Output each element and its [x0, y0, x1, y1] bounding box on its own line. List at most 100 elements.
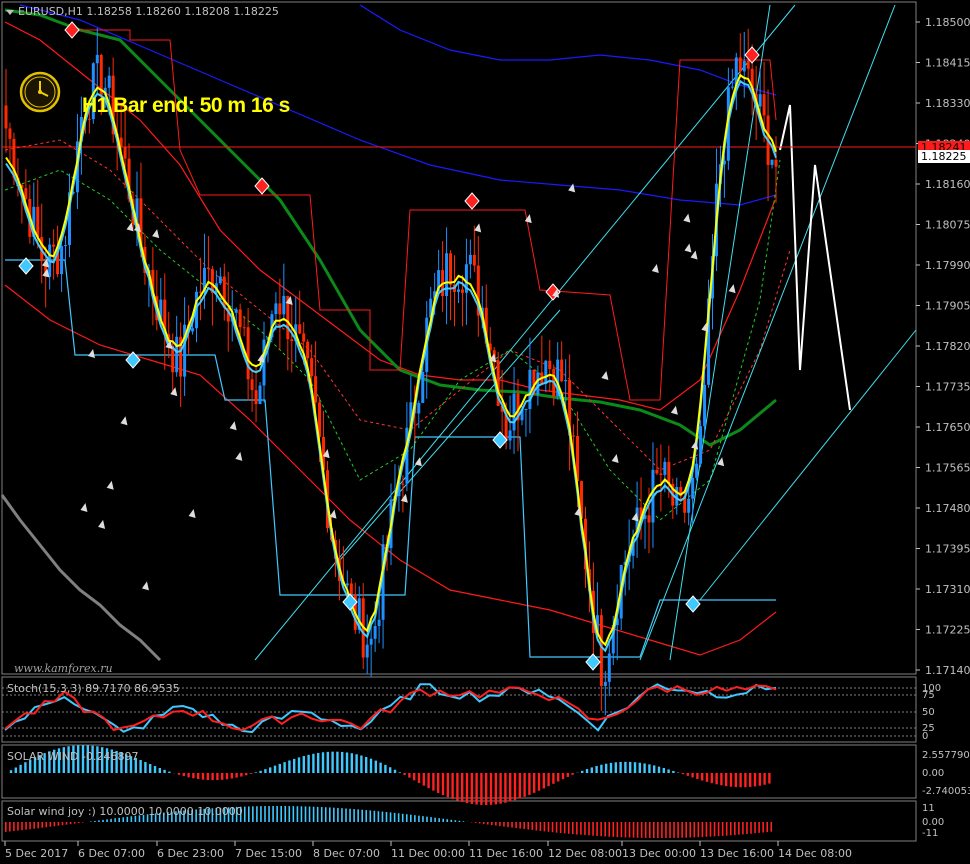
solar-wind-bar: [768, 773, 771, 784]
trading-chart[interactable]: 1.185001.184151.183301.182401.181601.180…: [0, 0, 970, 864]
candle-body: [310, 358, 314, 377]
candle-body: [302, 333, 306, 342]
solar-joy-bar: [653, 822, 655, 838]
solar-joy-bar: [555, 822, 558, 833]
candle-body: [472, 254, 476, 266]
time-tick-label: 13 Dec 16:00: [700, 847, 774, 860]
solar-joy-bar: [345, 808, 347, 822]
candle-body: [377, 619, 381, 626]
solar-joy-bar: [503, 822, 505, 827]
solar-joy-bar: [539, 822, 542, 831]
candle-body: [246, 327, 250, 380]
solar-wind-panel-frame: [1, 744, 917, 799]
solar-joy-bar: [628, 822, 631, 838]
solar-wind-bar: [408, 773, 411, 778]
solar-wind-bar: [566, 773, 569, 777]
solar-wind-bar: [437, 773, 440, 793]
solar-wind-bar: [609, 762, 613, 773]
solar-wind-bar: [221, 773, 224, 780]
solar-wind-bar: [230, 773, 233, 779]
solar-wind-bar: [139, 760, 142, 773]
solar-wind-bar: [365, 757, 368, 773]
solar-wind-bar: [355, 754, 358, 773]
solar-joy-bar: [320, 807, 323, 822]
candle-body: [306, 341, 310, 359]
solar-wind-bar: [158, 767, 161, 773]
solar-joy-bar: [495, 822, 497, 826]
solar-wind-tick-label: 2.557790: [922, 750, 970, 761]
candle-body: [691, 477, 695, 499]
candle-body: [508, 430, 512, 441]
solar-joy-bar: [673, 822, 675, 838]
solar-wind-bar: [739, 773, 742, 788]
solar-wind-bar: [667, 769, 670, 773]
time-tick-label: 8 Dec 07:00: [313, 847, 380, 860]
solar-joy-bar: [657, 822, 659, 838]
price-tick-label: 1.18415: [925, 57, 970, 70]
solar-wind-label: SOLAR WIND -0.246897: [7, 750, 138, 763]
solar-joy-bar: [462, 821, 465, 822]
price-tick-label: 1.17735: [925, 381, 970, 394]
solar-joy-bar: [292, 806, 295, 822]
solar-joy-bar: [312, 806, 315, 822]
solar-joy-bar: [547, 822, 550, 832]
solar-joy-bar: [559, 822, 562, 834]
solar-joy-bar: [717, 822, 720, 837]
solar-wind-bar: [456, 773, 459, 801]
solar-wind-bar: [341, 751, 344, 773]
candle-body: [770, 159, 774, 165]
solar-joy-bar: [77, 822, 80, 824]
solar-joy-bar: [511, 822, 513, 828]
solar-joy-bar: [256, 806, 258, 822]
solar-joy-bar: [243, 806, 246, 822]
candle-body: [659, 473, 663, 475]
solar-joy-bar: [49, 822, 52, 827]
solar-wind-bar: [225, 773, 229, 780]
candle-body: [647, 515, 651, 523]
solar-joy-bar: [612, 822, 615, 837]
clock-icon: [19, 71, 61, 113]
candle-body: [730, 86, 734, 88]
solar-joy-label: Solar wind joy :) 10.0000 10.0000 10.000…: [7, 805, 243, 818]
solar-joy-bar: [474, 822, 477, 823]
solar-joy-bar: [697, 822, 700, 838]
solar-joy-bar: [9, 822, 11, 832]
solar-joy-bar: [770, 822, 773, 832]
solar-joy-bar: [608, 822, 611, 837]
solar-wind-bar: [470, 773, 473, 804]
solar-wind-bar: [182, 773, 185, 777]
solar-joy-tick-label: 11: [922, 803, 935, 814]
solar-wind-bar: [345, 752, 349, 773]
time-tick-label: 11 Dec 16:00: [469, 847, 543, 860]
solar-wind-bar: [317, 752, 320, 773]
stoch-axis: 1007550250: [922, 683, 941, 742]
stoch-tick-label: 75: [922, 690, 935, 701]
solar-wind-bar: [144, 762, 147, 773]
solar-wind-bar: [350, 753, 353, 773]
solar-joy-bar: [531, 822, 534, 831]
candle-body: [560, 359, 564, 382]
solar-joy-bar: [405, 814, 408, 822]
solar-wind-bar: [614, 762, 617, 773]
solar-joy-bar: [349, 808, 351, 822]
solar-joy-bar: [373, 810, 376, 822]
symbol-text: EURUSD,H1 1.18258 1.18260 1.18208 1.1822…: [18, 5, 279, 18]
solar-joy-bar: [21, 822, 23, 831]
solar-wind-bar: [518, 773, 521, 799]
solar-joy-bar: [410, 814, 412, 822]
solar-wind-bar: [485, 773, 488, 806]
solar-wind-bar: [297, 757, 301, 773]
candle-body: [64, 245, 68, 247]
candle-body: [8, 128, 12, 139]
solar-wind-bar: [715, 773, 718, 785]
solar-wind-bar: [273, 765, 277, 773]
solar-wind-bar: [552, 773, 555, 784]
price-tick-label: 1.18330: [925, 97, 970, 110]
solar-joy-bar: [734, 822, 736, 836]
solar-joy-bar: [636, 822, 639, 838]
solar-wind-bar: [360, 755, 363, 773]
solar-wind-bar: [499, 773, 502, 804]
solar-wind-bar: [446, 773, 449, 798]
solar-wind-bar: [149, 764, 152, 773]
solar-wind-bar: [537, 773, 541, 791]
